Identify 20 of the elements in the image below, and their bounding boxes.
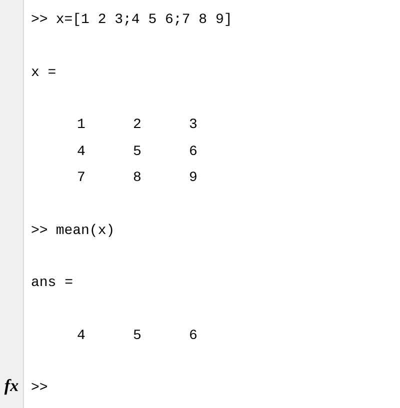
matrix-value: 7 xyxy=(77,170,85,186)
command-prompt: >> xyxy=(31,222,48,239)
matrix-value: 1 xyxy=(77,117,85,134)
matrix-value: 6 xyxy=(189,328,197,344)
command-text: mean(x) xyxy=(56,222,115,239)
matrix-value: 3 xyxy=(189,117,197,134)
output-label: x = xyxy=(31,64,56,81)
command-prompt: >> xyxy=(31,12,48,28)
command-text: x=[1 2 3;4 5 6;7 8 9] xyxy=(56,12,232,28)
output-label: ans = xyxy=(31,275,74,292)
matrix-value: 9 xyxy=(189,170,197,186)
matrix-value: 5 xyxy=(133,144,141,160)
matrix-value: 4 xyxy=(77,328,85,344)
matrix-value: 5 xyxy=(133,328,141,344)
matrix-value: 8 xyxy=(133,170,141,186)
input-prompt[interactable]: >> xyxy=(31,380,48,396)
matrix-value: 4 xyxy=(77,144,85,160)
matrix-value: 6 xyxy=(189,144,197,160)
matrix-value: 2 xyxy=(133,117,141,134)
function-icon[interactable]: fx xyxy=(4,376,19,396)
